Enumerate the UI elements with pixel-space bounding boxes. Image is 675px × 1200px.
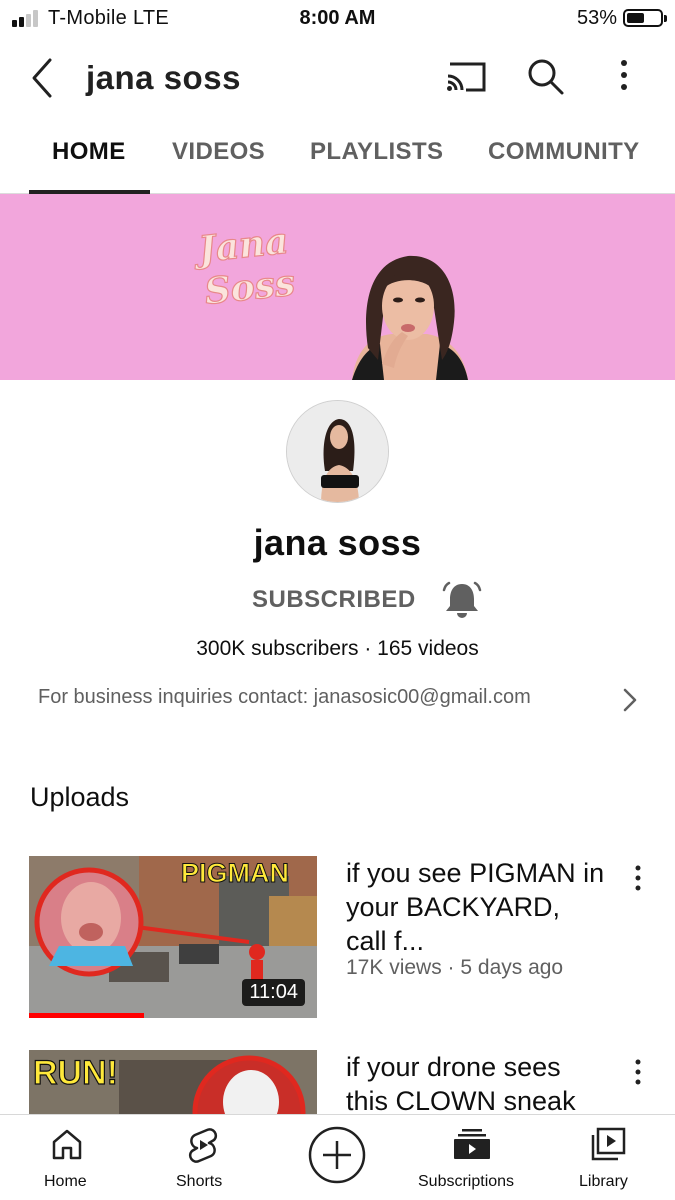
status-bar: T-Mobile LTE 8:00 AM 53%	[0, 0, 675, 40]
channel-stats: 300K subscribers · 165 videos	[196, 637, 479, 660]
nav-subscriptions[interactable]: Subscriptions	[410, 1115, 534, 1200]
battery-percentage: 53%	[576, 7, 617, 29]
search-icon	[528, 59, 564, 95]
video-meta: 17K views · 5 days ago	[346, 956, 564, 979]
watch-progress-bar	[29, 1013, 145, 1018]
video-duration: 11:04	[242, 979, 305, 1006]
svg-text:Soss: Soss	[203, 262, 297, 313]
channel-name: jana soss	[253, 522, 422, 563]
tab-home[interactable]: HOME	[52, 138, 126, 166]
subscriptions-icon	[454, 1129, 490, 1159]
tab-community[interactable]: COMMUNITY	[488, 138, 640, 166]
bottom-navigation: Home Shorts Subscriptions Library	[0, 1114, 675, 1200]
nav-label: Home	[44, 1173, 87, 1190]
search-button[interactable]	[522, 54, 568, 98]
home-icon	[52, 1129, 82, 1160]
nav-label: Shorts	[176, 1173, 223, 1190]
notification-bell-icon	[442, 581, 482, 618]
nav-library[interactable]: Library	[570, 1115, 646, 1200]
video-more-button[interactable]	[624, 1054, 652, 1094]
video-thumbnail[interactable]: PIGMAN 11:04	[29, 856, 317, 1018]
cast-button[interactable]	[440, 54, 490, 98]
nav-label: Library	[579, 1173, 628, 1190]
banner-logo: Jana Soss	[190, 224, 298, 314]
tab-playlists[interactable]: PLAYLISTS	[310, 138, 443, 166]
more-options-button[interactable]	[606, 54, 642, 98]
nav-create[interactable]	[300, 1115, 374, 1200]
chevron-right-icon	[623, 688, 637, 712]
video-more-button[interactable]	[624, 860, 652, 900]
app-bar-title: jana soss	[86, 59, 241, 96]
battery-icon	[623, 9, 667, 27]
channel-avatar[interactable]	[286, 400, 389, 503]
thumbnail-image: RUN!	[29, 1050, 317, 1114]
video-thumbnail[interactable]: RUN!	[29, 1050, 317, 1114]
subscribed-button[interactable]: SUBSCRIBED	[252, 586, 416, 614]
library-icon	[591, 1127, 626, 1161]
back-chevron-icon	[32, 58, 52, 98]
nav-label: Subscriptions	[418, 1173, 515, 1190]
channel-banner: Jana Soss	[0, 194, 675, 380]
nav-shorts[interactable]: Shorts	[160, 1115, 246, 1200]
video-item[interactable]: RUN! if your drone sees this CLOWN sneak	[0, 1050, 675, 1114]
video-item[interactable]: PIGMAN 11:04 if you see PIGMAN in your B…	[0, 856, 675, 1026]
uploads-heading: Uploads	[30, 782, 130, 812]
channel-description: For business inquiries contact: janasosi…	[38, 686, 531, 708]
channel-app-bar: jana soss	[0, 40, 675, 116]
channel-description-row[interactable]: For business inquiries contact: janasosi…	[0, 678, 675, 720]
more-vertical-icon	[621, 60, 627, 90]
video-title[interactable]: if you see PIGMAN in your BACKYARD, call…	[346, 856, 606, 958]
create-plus-icon	[308, 1126, 366, 1184]
shorts-icon	[188, 1128, 218, 1163]
thumbnail-caption: RUN!	[33, 1054, 118, 1092]
banner-portrait-image	[352, 255, 468, 380]
more-vertical-icon	[635, 1059, 641, 1085]
avatar-portrait-image	[287, 401, 388, 502]
status-time: 8:00 AM	[299, 7, 376, 29]
channel-tabs: HOME VIDEOS PLAYLISTS COMMUNITY	[0, 116, 675, 194]
nav-home[interactable]: Home	[24, 1115, 110, 1200]
cast-icon	[447, 62, 486, 92]
tab-videos[interactable]: VIDEOS	[172, 138, 265, 166]
thumbnail-caption: PIGMAN	[181, 858, 289, 888]
notification-bell-button[interactable]	[440, 580, 484, 620]
more-vertical-icon	[635, 865, 641, 891]
video-title[interactable]: if your drone sees this CLOWN sneak	[346, 1050, 606, 1114]
back-button[interactable]	[22, 56, 66, 100]
subscribe-row: SUBSCRIBED	[0, 578, 675, 622]
